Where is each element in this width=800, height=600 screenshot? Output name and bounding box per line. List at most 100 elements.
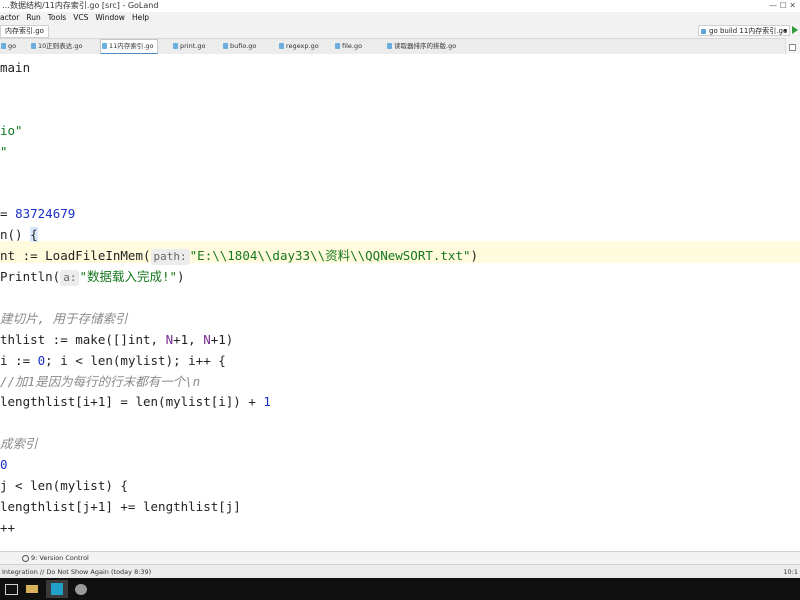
code-token: "E:\\1804\\day33\\资料\\QQNewSORT.txt" bbox=[189, 248, 471, 264]
version-control-icon bbox=[22, 554, 29, 562]
editor-tab[interactable]: 11内存索引.go bbox=[100, 39, 159, 55]
editor-tab-label: file.go bbox=[342, 42, 363, 50]
app-icon bbox=[75, 584, 87, 595]
folder-icon bbox=[26, 585, 38, 593]
code-token: ) bbox=[470, 248, 479, 264]
go-file-icon bbox=[701, 29, 706, 34]
menu-item[interactable]: Run bbox=[26, 13, 40, 22]
code-line: = 83724679 bbox=[0, 203, 75, 225]
app-taskbar-button[interactable] bbox=[70, 580, 92, 598]
editor-tab-bar: go 10正则表达.go 11内存索引.go print.go bufio.go rege… bbox=[0, 39, 800, 55]
navigation-bar: 内存索引.go go build 11内存索引.go ▾ bbox=[0, 24, 800, 39]
code-line: j < len(mylist) { bbox=[0, 475, 128, 497]
code-token: n() bbox=[0, 227, 31, 243]
go-file-icon bbox=[173, 43, 178, 49]
window-title-bar: …数据结构/11内存索引.go [src] - GoLand — ☐ ✕ bbox=[0, 0, 800, 12]
code-token: "数据载入完成!" bbox=[79, 269, 178, 284]
editor-tab-label: bufio.go bbox=[230, 42, 257, 50]
code-token: { bbox=[30, 227, 38, 243]
code-comment: //加1是因为每行的行末都有一个\n bbox=[0, 373, 201, 389]
code-token: io" bbox=[0, 122, 23, 138]
editor-tab-label: 10正则表达.go bbox=[38, 42, 83, 50]
go-file-icon bbox=[31, 43, 36, 49]
code-token: nt := LoadFileInMem( bbox=[0, 248, 151, 264]
run-configuration-dropdown[interactable]: go build 11内存索引.go ▾ bbox=[698, 25, 790, 36]
goland-icon bbox=[51, 583, 63, 595]
code-token: 1 bbox=[263, 394, 271, 410]
run-configuration-label: go build 11内存索引.go bbox=[709, 27, 788, 35]
menu-item[interactable]: VCS bbox=[73, 13, 88, 22]
go-file-icon bbox=[387, 43, 392, 49]
code-token: lengthlist[j+1] += lengthlist[j] bbox=[0, 498, 241, 514]
go-file-icon bbox=[335, 43, 340, 49]
menu-item[interactable]: Help bbox=[132, 13, 149, 22]
go-file-icon bbox=[102, 43, 107, 49]
go-file-icon bbox=[223, 43, 228, 49]
parameter-hint: path: bbox=[150, 249, 190, 266]
code-token: " bbox=[0, 143, 8, 159]
code-token: ) bbox=[177, 269, 185, 284]
code-line: io" bbox=[0, 120, 23, 142]
code-line: lengthlist[j+1] += lengthlist[j] bbox=[0, 496, 241, 518]
code-line: thlist := make([]int, N+1, N+1) bbox=[0, 329, 233, 351]
code-token: ++ bbox=[0, 519, 16, 535]
database-icon[interactable] bbox=[789, 44, 796, 51]
menu-item[interactable]: Window bbox=[95, 13, 125, 22]
code-line: Println(a: "数据载入完成!") bbox=[0, 266, 185, 288]
status-message[interactable]: Integration // Do Not Show Again (today … bbox=[2, 565, 151, 579]
editor-tab[interactable]: bufio.go bbox=[222, 40, 260, 52]
editor-tab-label: regexp.go bbox=[286, 42, 319, 50]
code-token: thlist := make([]int, bbox=[0, 331, 166, 347]
run-icon[interactable] bbox=[792, 26, 798, 34]
code-line: lengthlist[i+1] = len(mylist[i]) + 1 bbox=[0, 391, 271, 413]
code-line: n() { bbox=[0, 224, 38, 246]
window-controls[interactable]: — ☐ ✕ bbox=[769, 0, 796, 12]
version-control-tab[interactable]: 9: Version Control bbox=[22, 552, 89, 564]
menu-bar: actor Run Tools VCS Window Help bbox=[0, 12, 800, 24]
breadcrumb[interactable]: 内存索引.go bbox=[0, 25, 49, 38]
editor-tab[interactable]: print.go bbox=[172, 40, 209, 52]
code-editor[interactable]: main io" " = 83724679 n() {nt := LoadFileInM… bbox=[0, 54, 800, 538]
task-view-button[interactable] bbox=[0, 580, 22, 598]
parameter-hint: a: bbox=[60, 270, 80, 286]
window-title: …数据结构/11内存索引.go [src] - GoLand bbox=[2, 1, 159, 10]
code-comment: 建切片, 用于存储索引 bbox=[0, 310, 128, 326]
code-token: Println( bbox=[0, 269, 61, 284]
code-token: = bbox=[0, 206, 16, 222]
goland-taskbar-button[interactable] bbox=[46, 580, 68, 598]
code-line: main bbox=[0, 57, 30, 79]
code-line: ++ bbox=[0, 517, 15, 538]
editor-tab[interactable]: 10正则表达.go bbox=[30, 40, 86, 52]
code-token: 83724679 bbox=[15, 206, 76, 222]
tool-window-bar: 9: Version Control bbox=[0, 551, 800, 564]
code-token: main bbox=[0, 60, 31, 75]
windows-taskbar bbox=[0, 578, 800, 600]
code-line: nt := LoadFileInMem(path: "E:\\1804\\day3… bbox=[0, 245, 478, 267]
editor-tab[interactable]: regexp.go bbox=[278, 40, 323, 52]
version-control-label: 9: Version Control bbox=[31, 554, 89, 562]
editor-tab[interactable]: 读取器排序的排版.go bbox=[386, 40, 460, 52]
menu-item[interactable]: actor bbox=[0, 13, 19, 22]
code-line: " bbox=[0, 141, 8, 163]
code-token: +1, bbox=[173, 331, 204, 347]
code-token: j < len(mylist) { bbox=[0, 478, 128, 493]
cursor-position[interactable]: 10:1 bbox=[783, 565, 798, 579]
editor-tab-label: 11内存索引.go bbox=[109, 42, 154, 50]
status-bar: Integration // Do Not Show Again (today … bbox=[0, 564, 800, 579]
code-token: 0 bbox=[0, 457, 8, 473]
editor-tab-label: 读取器排序的排版.go bbox=[394, 42, 457, 50]
file-explorer-button[interactable] bbox=[22, 580, 44, 598]
code-line: i := 0; i < len(mylist); i++ { bbox=[0, 350, 226, 372]
code-line: 建切片, 用于存储索引 bbox=[0, 308, 128, 330]
code-token: i := bbox=[0, 352, 38, 368]
chevron-down-icon: ▾ bbox=[783, 27, 787, 35]
code-token: N bbox=[165, 331, 174, 347]
code-token: +1) bbox=[210, 331, 234, 347]
editor-tab[interactable]: file.go bbox=[334, 40, 366, 52]
editor-tab[interactable]: go bbox=[0, 40, 20, 52]
editor-tab-label: print.go bbox=[180, 42, 206, 50]
menu-item[interactable]: Tools bbox=[48, 13, 66, 22]
code-line: 成索引 bbox=[0, 433, 38, 455]
code-token: ; i < len(mylist); i++ { bbox=[45, 352, 226, 368]
go-file-icon bbox=[279, 43, 284, 49]
